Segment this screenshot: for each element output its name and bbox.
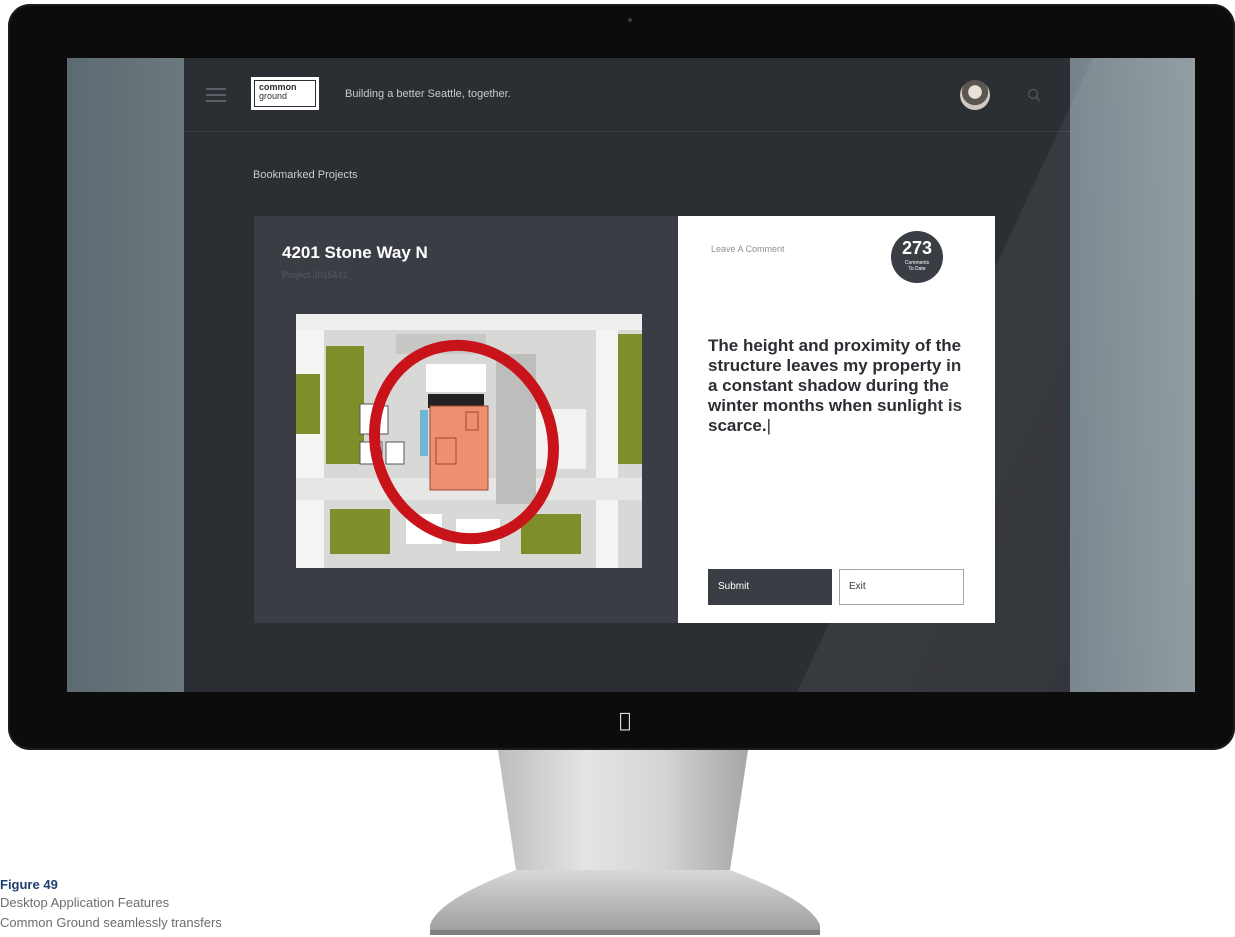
logo-text-ground: ground [259, 91, 288, 101]
app-logo[interactable]: common ground [251, 77, 319, 110]
figure-caption: Figure 49 Desktop Application Features C… [0, 877, 420, 933]
comment-count: 273 [901, 238, 933, 258]
site-plan-map [296, 314, 642, 568]
project-title: 4201 Stone Way N [282, 243, 428, 262]
search-icon[interactable] [1027, 88, 1041, 102]
figure-number: Figure 49 [0, 877, 58, 892]
avatar[interactable] [960, 80, 990, 110]
comment-text: The height and proximity of the structur… [708, 336, 963, 435]
hamburger-icon[interactable] [206, 88, 226, 102]
monitor-stand [430, 750, 820, 935]
screen: common ground Building a better Seattle,… [67, 58, 1195, 692]
section-title: Bookmarked Projects [253, 169, 358, 181]
comment-panel: Leave A Comment 273 Comments To Date The… [678, 216, 995, 623]
project-card[interactable]: 4201 Stone Way N Project 3015441 [254, 216, 678, 623]
comment-textarea[interactable]: The height and proximity of the structur… [708, 336, 968, 436]
right-wallpaper [1070, 58, 1195, 692]
app-window: common ground Building a better Seattle,… [184, 58, 1070, 692]
camera-dot [628, 18, 632, 22]
left-wallpaper [67, 58, 184, 692]
leave-comment-label: Leave A Comment [711, 244, 785, 254]
exit-button[interactable]: Exit [839, 569, 964, 605]
apple-logo-icon:  [613, 710, 637, 730]
tagline: Building a better Seattle, together. [345, 88, 511, 100]
figure-caption-line-2: Common Ground seamlessly transfers [0, 915, 222, 930]
figure-caption-line-1: Desktop Application Features [0, 895, 170, 910]
comment-count-caption-2: To Date [908, 266, 926, 272]
top-bar: common ground Building a better Seattle,… [184, 58, 1070, 132]
project-id: Project 3015441 [282, 270, 348, 280]
comment-count-badge: 273 Comments To Date [891, 231, 943, 283]
submit-button[interactable]: Submit [708, 569, 832, 605]
text-caret: | [766, 416, 772, 435]
monitor-frame: common ground Building a better Seattle,… [8, 4, 1235, 750]
